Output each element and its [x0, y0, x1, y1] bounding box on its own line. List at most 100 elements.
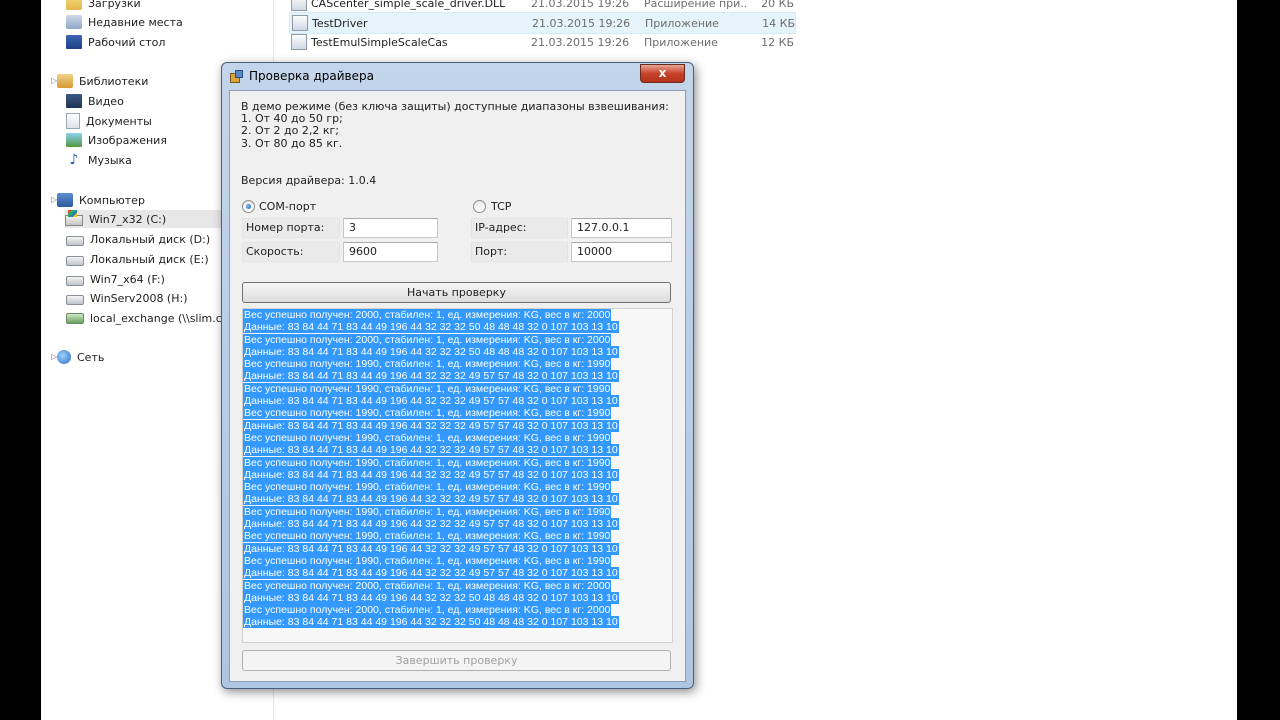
- file-type: Расширение при...: [644, 0, 748, 10]
- nav-item-drive-e[interactable]: Локальный диск (E:): [66, 250, 209, 268]
- nav-item-music[interactable]: ♪ Музыка: [66, 151, 132, 169]
- folder-icon: [66, 0, 82, 10]
- dll-file-icon: [291, 0, 307, 11]
- nav-item-drive-f[interactable]: Win7_x64 (F:): [66, 270, 165, 288]
- com-port-radio[interactable]: [242, 200, 255, 213]
- nav-item-label: Видео: [88, 94, 124, 108]
- drive-icon: [66, 276, 84, 286]
- nav-item-downloads[interactable]: Загрузки: [66, 0, 141, 12]
- dialog-titlebar[interactable]: Проверка драйвера x: [222, 63, 693, 89]
- log-line: Вес успешно получен: 2000, стабилен: 1, …: [243, 604, 672, 617]
- log-line: Данные: 83 84 44 71 83 44 49 196 44 32 3…: [243, 493, 672, 506]
- log-line-text: Данные: 83 84 44 71 83 44 49 196 44 32 3…: [243, 321, 619, 334]
- finish-check-button: Завершить проверку: [242, 650, 671, 671]
- speed-input[interactable]: 9600: [343, 242, 438, 262]
- video-icon: [66, 94, 82, 108]
- file-row[interactable]: TestEmulSimpleScaleCas 21.03.2015 19:26 …: [289, 32, 794, 52]
- nav-item-label: Недавние места: [88, 15, 183, 29]
- log-line-text: Вес успешно получен: 2000, стабилен: 1, …: [243, 309, 612, 321]
- log-line: Данные: 83 84 44 71 83 44 49 196 44 32 3…: [243, 419, 672, 432]
- log-line: Вес успешно получен: 1990, стабилен: 1, …: [243, 358, 672, 371]
- nav-item-desktop[interactable]: Рабочий стол: [66, 33, 165, 51]
- log-line: Данные: 83 84 44 71 83 44 49 196 44 32 3…: [243, 468, 672, 481]
- log-line: Данные: 83 84 44 71 83 44 49 196 44 32 3…: [243, 542, 672, 555]
- ip-address-input[interactable]: 127.0.0.1: [571, 218, 672, 238]
- file-row[interactable]: TestDriver 21.03.2015 19:26 Приложение 1…: [289, 12, 796, 34]
- file-date: 21.03.2015 19:26: [532, 16, 631, 30]
- log-line-text: Данные: 83 84 44 71 83 44 49 196 44 32 3…: [243, 370, 619, 383]
- speed-label: Скорость:: [242, 242, 340, 262]
- desktop-icon: [66, 35, 82, 49]
- port-input[interactable]: 10000: [571, 242, 672, 262]
- nav-item-drive-h[interactable]: WinServ2008 (H:): [66, 289, 188, 307]
- log-line-text: Вес успешно получен: 2000, стабилен: 1, …: [243, 333, 612, 346]
- nav-item-computer[interactable]: Компьютер: [57, 191, 145, 209]
- nav-item-drive-c[interactable]: Win7_x32 (C:): [65, 210, 235, 228]
- file-size: 14 КБ: [762, 16, 795, 30]
- images-icon: [66, 133, 82, 147]
- nav-item-label: Библиотеки: [79, 74, 149, 88]
- drive-icon: [66, 236, 84, 246]
- log-line: Вес успешно получен: 1990, стабилен: 1, …: [243, 481, 672, 494]
- log-line: Данные: 83 84 44 71 83 44 49 196 44 32 3…: [243, 616, 672, 629]
- nav-item-network-drive[interactable]: local_exchange (\\slim.cas): [66, 309, 239, 327]
- log-line: Данные: 83 84 44 71 83 44 49 196 44 32 3…: [243, 518, 672, 531]
- system-drive-icon: [65, 210, 83, 226]
- drive-icon: [66, 295, 84, 305]
- start-check-button[interactable]: Начать проверку: [242, 282, 671, 303]
- network-drive-icon: [66, 312, 84, 324]
- log-line-text: Вес успешно получен: 1990, стабилен: 1, …: [243, 481, 612, 494]
- tcp-label: TCP: [491, 200, 512, 213]
- log-line-text: Вес успешно получен: 1990, стабилен: 1, …: [243, 505, 612, 518]
- log-line-text: Данные: 83 84 44 71 83 44 49 196 44 32 3…: [243, 395, 619, 408]
- driver-test-dialog: Проверка драйвера x В демо режиме (без к…: [221, 62, 694, 689]
- log-line: Данные: 83 84 44 71 83 44 49 196 44 32 3…: [243, 444, 672, 457]
- computer-icon: [57, 193, 73, 207]
- range-3-text: 3. От 80 до 85 кг.: [241, 137, 343, 150]
- nav-item-label: Изображения: [88, 133, 167, 147]
- dialog-title: Проверка драйвера: [249, 69, 374, 83]
- nav-item-documents[interactable]: Документы: [66, 112, 152, 130]
- log-line-text: Вес успешно получен: 1990, стабилен: 1, …: [243, 431, 612, 444]
- log-line: Вес успешно получен: 2000, стабилен: 1, …: [243, 333, 672, 346]
- nav-item-label: Локальный диск (D:): [90, 232, 211, 246]
- nav-item-images[interactable]: Изображения: [66, 131, 167, 149]
- log-line: Вес успешно получен: 1990, стабилен: 1, …: [243, 530, 672, 543]
- log-output[interactable]: Вес успешно получен: 2000, стабилен: 1, …: [242, 308, 673, 643]
- nav-item-label: Локальный диск (E:): [90, 252, 209, 266]
- tcp-radio[interactable]: [473, 200, 486, 213]
- log-line-text: Вес успешно получен: 1990, стабилен: 1, …: [243, 407, 612, 420]
- log-line: Данные: 83 84 44 71 83 44 49 196 44 32 3…: [243, 395, 672, 408]
- nav-item-label: Загрузки: [88, 0, 141, 10]
- log-line: Данные: 83 84 44 71 83 44 49 196 44 32 3…: [243, 345, 672, 358]
- nav-item-label: Рабочий стол: [88, 35, 166, 49]
- nav-item-libraries[interactable]: Библиотеки: [57, 72, 148, 90]
- nav-item-video[interactable]: Видео: [66, 92, 124, 110]
- ip-address-label: IP-адрес:: [471, 218, 568, 238]
- log-line-text: Данные: 83 84 44 71 83 44 49 196 44 32 3…: [243, 518, 619, 531]
- port-number-input[interactable]: 3: [343, 218, 438, 238]
- log-line: Вес успешно получен: 2000, стабилен: 1, …: [243, 309, 672, 321]
- nav-item-drive-d[interactable]: Локальный диск (D:): [66, 230, 210, 248]
- port-label: Порт:: [471, 242, 568, 262]
- nav-item-label: Компьютер: [79, 193, 145, 207]
- nav-item-network[interactable]: Сеть: [57, 348, 104, 366]
- file-type: Приложение: [645, 16, 719, 30]
- port-number-label: Номер порта:: [242, 218, 340, 238]
- file-name: TestEmulSimpleScaleCas: [311, 35, 448, 49]
- log-line-text: Данные: 83 84 44 71 83 44 49 196 44 32 3…: [243, 616, 619, 629]
- close-button[interactable]: x: [640, 64, 685, 83]
- nav-item-label: Win7_x32 (C:): [89, 212, 167, 226]
- log-line: Вес успешно получен: 1990, стабилен: 1, …: [243, 431, 672, 444]
- log-line-text: Вес успешно получен: 1990, стабилен: 1, …: [243, 456, 612, 469]
- music-icon: ♪: [69, 152, 79, 168]
- log-line-text: Вес успешно получен: 1990, стабилен: 1, …: [243, 358, 612, 371]
- log-line-text: Вес успешно получен: 2000, стабилен: 1, …: [243, 579, 612, 592]
- driver-version-text: Версия драйвера: 1.0.4: [241, 174, 377, 187]
- log-line: Вес успешно получен: 1990, стабилен: 1, …: [243, 554, 672, 567]
- nav-item-recent[interactable]: Недавние места: [66, 13, 183, 31]
- drive-icon: [66, 256, 84, 266]
- file-size: 20 КБ: [761, 0, 794, 10]
- log-line-text: Вес успешно получен: 1990, стабилен: 1, …: [243, 530, 612, 543]
- log-line-text: Данные: 83 84 44 71 83 44 49 196 44 32 3…: [243, 345, 619, 358]
